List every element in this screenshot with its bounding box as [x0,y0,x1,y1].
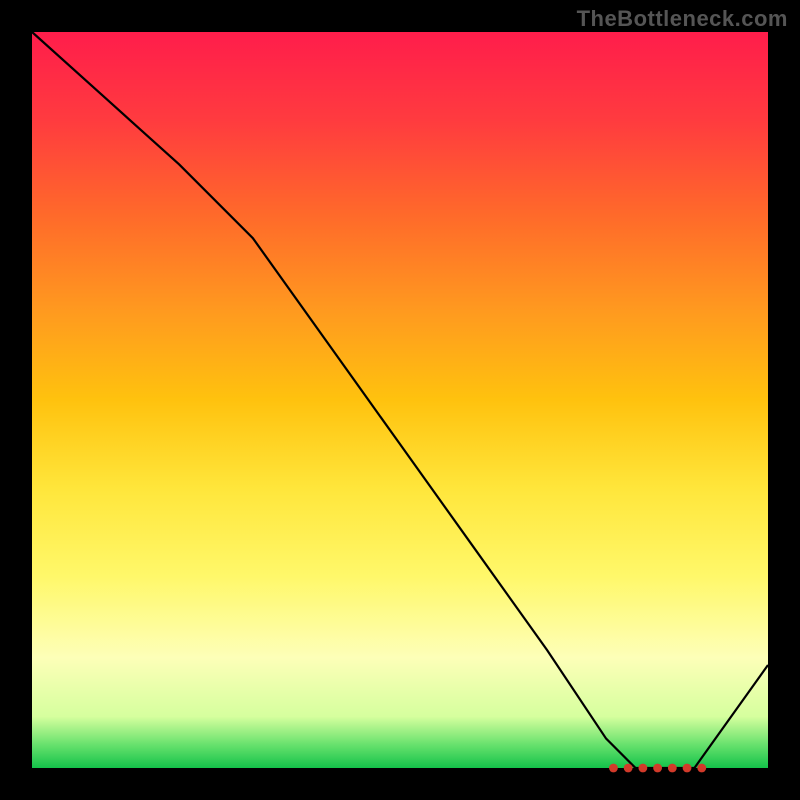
marker-dot [683,764,692,773]
marker-dot [653,764,662,773]
plot-area [32,32,768,768]
chart-svg [32,32,768,768]
marker-dot [697,764,706,773]
marker-dot [609,764,618,773]
marker-dot [624,764,633,773]
curve-path [32,32,768,768]
marker-dot [668,764,677,773]
chart-frame: TheBottleneck.com [0,0,800,800]
watermark-text: TheBottleneck.com [577,6,788,32]
marker-dot [638,764,647,773]
